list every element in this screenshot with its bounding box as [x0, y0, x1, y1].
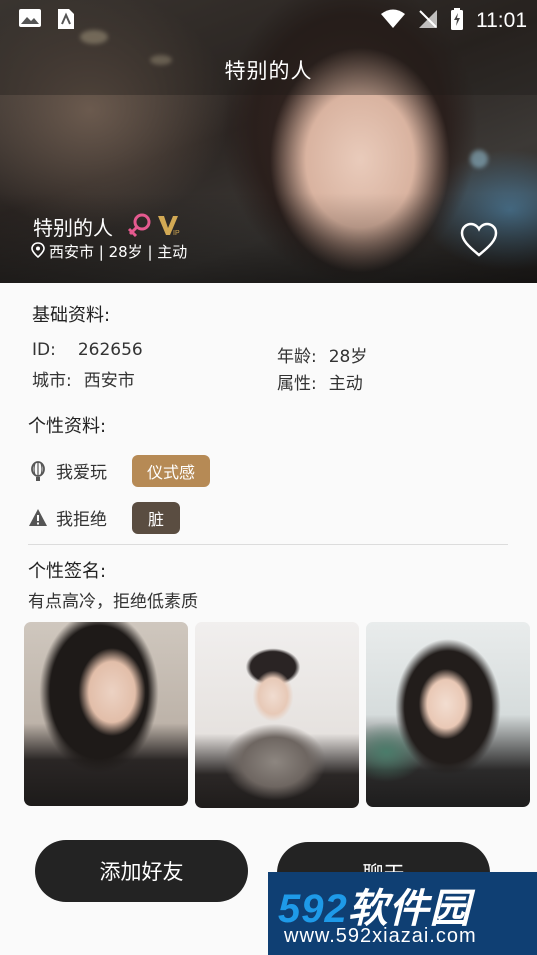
- signature-text: 有点高冷，拒绝低素质: [28, 592, 198, 612]
- age-label: 年龄:: [277, 347, 317, 367]
- image-icon: [18, 8, 42, 28]
- status-bar: 11:01: [0, 0, 537, 40]
- vip-badge-icon: IP: [157, 213, 183, 237]
- refuses-label: 我拒绝: [56, 510, 107, 530]
- attribute-label: 属性:: [277, 374, 317, 394]
- watermark: 592软件园 www.592xiazai.com: [268, 872, 537, 955]
- page-title: 特别的人: [224, 59, 313, 83]
- city-label: 城市:: [32, 371, 72, 391]
- warning-icon: [28, 508, 48, 528]
- age-value: 28岁: [328, 347, 368, 367]
- sim-card-icon: [56, 8, 80, 29]
- watermark-url: www.592xiazai.com: [284, 925, 477, 947]
- age-field: 年龄: 28岁: [277, 342, 367, 367]
- id-label: ID:: [32, 340, 56, 360]
- balloon-icon: [28, 460, 48, 481]
- like-tag[interactable]: 仪式感: [132, 455, 210, 487]
- likes-row: 我爱玩: [28, 458, 107, 483]
- id-value: 262656: [77, 340, 143, 360]
- female-gender-icon: [126, 212, 154, 238]
- city-value: 西安市: [83, 371, 135, 391]
- gallery-photo[interactable]: [366, 622, 530, 807]
- add-friend-button[interactable]: 添加好友: [35, 840, 248, 902]
- refuses-row: 我拒绝: [28, 505, 107, 530]
- location-pin-icon: [31, 241, 45, 262]
- city-field: 城市: 西安市: [32, 366, 135, 391]
- battery-charging-icon: [450, 8, 464, 34]
- favorite-heart-button[interactable]: [460, 222, 498, 258]
- svg-text:IP: IP: [173, 230, 180, 237]
- profile-name: 特别的人: [33, 216, 113, 240]
- no-signal-icon: [418, 9, 438, 33]
- gallery-photo[interactable]: [24, 622, 188, 806]
- heart-icon: [460, 222, 498, 257]
- wifi-icon: [380, 9, 406, 33]
- gallery-photo[interactable]: [195, 622, 359, 808]
- refuse-tag[interactable]: 脏: [132, 502, 180, 534]
- signature-title: 个性签名:: [28, 561, 107, 582]
- basic-info-title: 基础资料:: [32, 305, 111, 326]
- divider: [28, 544, 508, 545]
- personal-info-title: 个性资料:: [28, 416, 107, 437]
- attribute-value: 主动: [328, 374, 363, 394]
- id-field: ID: 262656: [32, 340, 143, 360]
- background-light: [470, 150, 488, 168]
- clock: 11:01: [476, 9, 527, 32]
- attribute-field: 属性: 主动: [277, 369, 363, 394]
- profile-location-text: 西安市 | 28岁 | 主动: [49, 243, 188, 261]
- likes-label: 我爱玩: [56, 463, 107, 483]
- profile-location-row: 西安市 | 28岁 | 主动: [31, 241, 187, 262]
- profile-cover-photo: 11:01 特别的人 特别的人 IP 西安市 | 28岁 | 主动: [0, 0, 537, 283]
